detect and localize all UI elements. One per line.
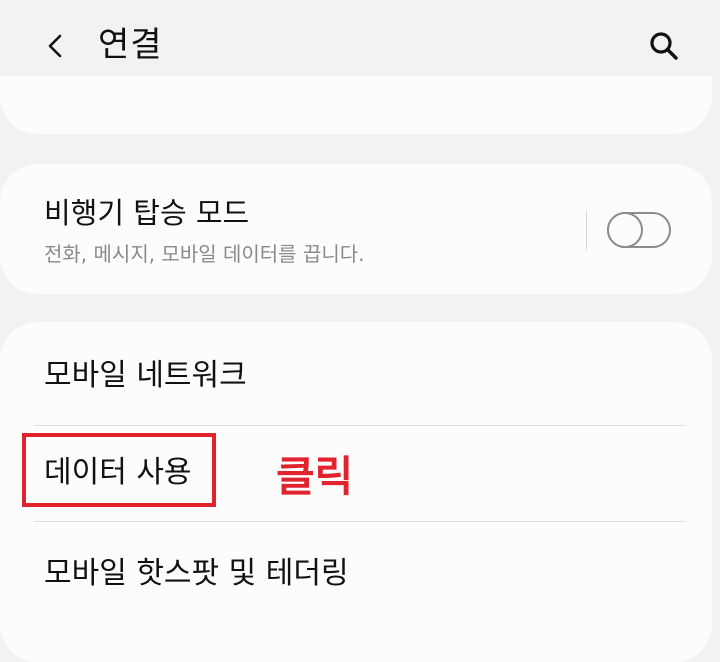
hotspot-tethering-label: 모바일 핫스팟 및 테더링 bbox=[44, 556, 349, 591]
page-title: 연결 bbox=[98, 25, 163, 65]
search-icon bbox=[650, 32, 678, 60]
search-button[interactable] bbox=[636, 20, 692, 72]
airplane-mode-toggle[interactable] bbox=[607, 212, 671, 248]
back-button[interactable] bbox=[30, 20, 82, 72]
list-item-hotspot-tethering[interactable]: 모바일 핫스팟 및 테더링 bbox=[0, 522, 712, 618]
toggle-divider bbox=[586, 210, 587, 250]
airplane-mode-title: 비행기 탑승 모드 bbox=[44, 196, 250, 230]
click-highlight-box bbox=[22, 433, 216, 507]
airplane-mode-description: 전화, 메시지, 모바일 데이터를 끕니다. bbox=[44, 242, 365, 266]
previous-settings-card bbox=[0, 76, 712, 134]
click-annotation-label: 클릭 bbox=[276, 452, 354, 501]
list-item-mobile-network[interactable]: 모바일 네트워크 bbox=[0, 328, 712, 424]
mobile-network-label: 모바일 네트워크 bbox=[44, 358, 247, 393]
toggle-knob bbox=[607, 212, 643, 248]
chevron-left-icon bbox=[48, 34, 62, 58]
